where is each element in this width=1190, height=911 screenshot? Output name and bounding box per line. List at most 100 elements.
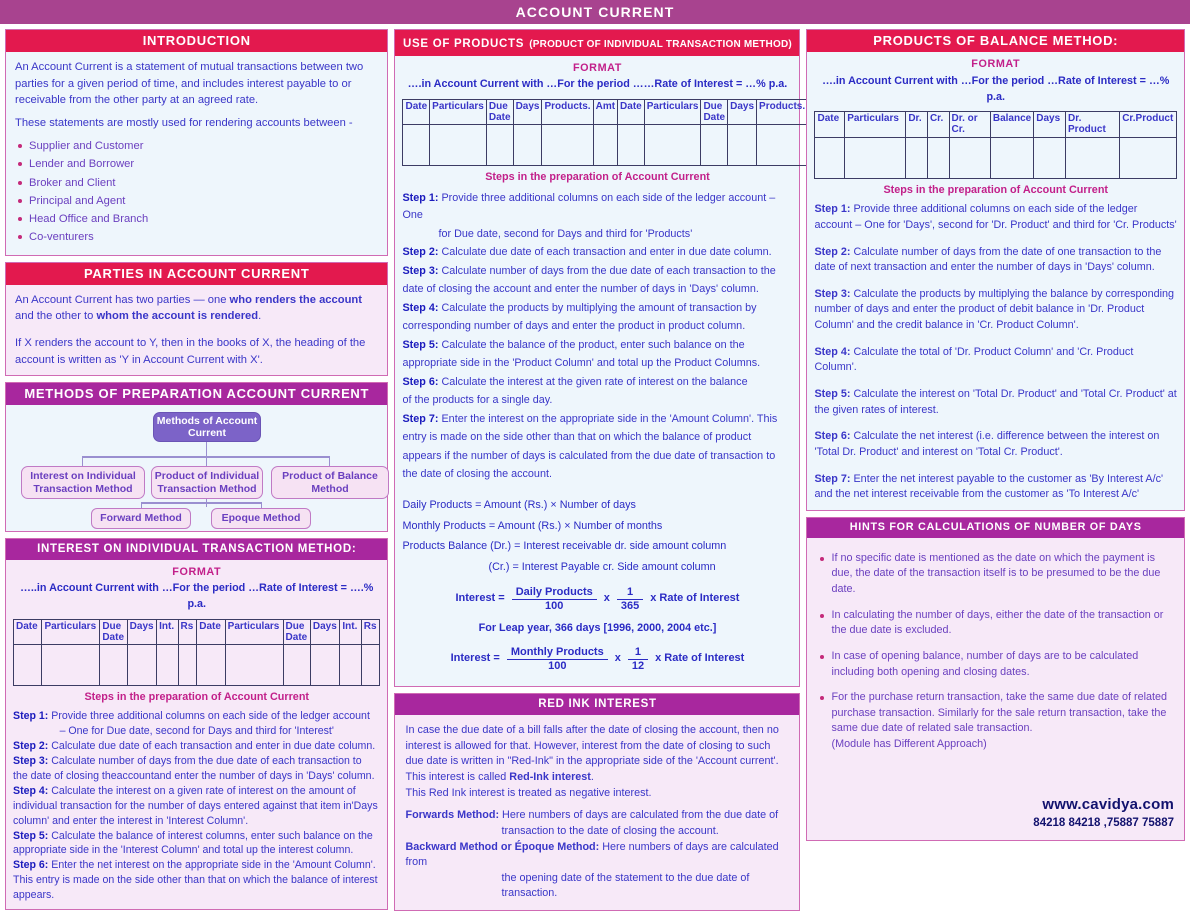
formula-multiply: x (603, 592, 610, 605)
page-title-bar: ACCOUNT CURRENT (0, 0, 1190, 24)
step-text: column' and enter the interest in 'Inter… (13, 814, 249, 827)
step-label: Step 3: (402, 264, 439, 277)
table-row (12, 644, 381, 687)
fraction-denominator: 365 (616, 598, 644, 613)
table-header-cell: Particulars (844, 111, 907, 138)
table-cell (282, 644, 311, 687)
interest-formula-daily: Interest = Daily Products 100 x 1 365 x … (402, 586, 792, 612)
introduction-heading: INTRODUCTION (6, 30, 388, 53)
backward-method-line-2: the opening date of the statement to the… (501, 871, 750, 900)
format-line: ….in Account Current with …For the perio… (407, 78, 788, 91)
table-cell (643, 124, 702, 167)
step-text: entry is made on the side other than tha… (402, 431, 752, 444)
table-header-cell: Int. (156, 618, 179, 646)
step-line: for Due date, second for Days and third … (402, 226, 792, 243)
step-text: appears. (13, 889, 55, 902)
phone-numbers: 84218 84218 ,75887 75887 (1033, 817, 1174, 830)
table-cell (1033, 136, 1067, 179)
format-label: FORMAT (572, 61, 622, 74)
introduction-para-2: These statements are mostly used for ren… (15, 117, 353, 129)
balance-method-body: FORMAT ….in Account Current with …For th… (807, 52, 1184, 510)
equation-line: Products Balance (Dr.) = Interest receiv… (402, 540, 727, 553)
step-line: appropriate side in the 'Product Column'… (402, 355, 792, 372)
table-cell (926, 136, 950, 179)
table-row (402, 124, 833, 167)
fraction-numerator: 1 (626, 586, 634, 599)
use-of-products-heading-sub: (PRODUCT OF INDIVIDUAL TRANSACTION METHO… (529, 39, 792, 50)
table-cell (309, 644, 341, 687)
step-text: Enter the net interest on the appropriat… (51, 859, 376, 872)
format-line: …..in Account Current with …For the peri… (20, 582, 374, 611)
step-text: Calculate due date of each transaction a… (51, 739, 376, 752)
table-cell (196, 644, 226, 687)
red-ink-text-c: . (590, 770, 594, 783)
step-line: Step 6: Enter the net interest on the ap… (13, 859, 380, 873)
interest-method-body: FORMAT …..in Account Current with …For t… (6, 559, 388, 910)
step-line: Step 6: Calculate the net interest (i.e.… (814, 429, 1177, 460)
table-cell (756, 124, 809, 167)
use-of-products-body: FORMAT ….in Account Current with …For th… (395, 55, 833, 687)
step-line: Step 1: Provide three additional columns… (13, 710, 380, 724)
table-header-cell: Products. (756, 98, 809, 126)
step-line: Step 5: Calculate the interest on 'Total… (814, 387, 1177, 418)
step-label: Step 3: (13, 754, 49, 767)
left-column: INTRODUCTION An Account Current is a sta… (5, 29, 389, 911)
step-line: Step 2: Calculate due date of each trans… (13, 740, 380, 754)
table-header-cell: Date (814, 111, 846, 138)
table-header-cell: Date (196, 618, 226, 646)
format-line: ….in Account Current with …For the perio… (822, 74, 1170, 103)
list-item: Principal and Agent (15, 193, 378, 209)
step-line: Step 2: Calculate due date of each trans… (402, 244, 792, 261)
table-cell (905, 136, 928, 179)
list-item: In case of opening balance, number of da… (817, 649, 1174, 680)
website-link[interactable]: www.cavidya.com (817, 794, 1174, 816)
parties-para-2: If X renders the account to Y, then in t… (15, 337, 366, 366)
parties-text-d: whom the account is rendered (96, 310, 259, 323)
table-header-cell: Days (1033, 111, 1067, 138)
balance-format-table: Date Particulars Dr. Cr. Dr. or Cr. Bala… (814, 111, 1177, 179)
step-text: date of closing the account and enter th… (402, 283, 759, 296)
step-text: – One for Due date, second for Days and … (59, 724, 334, 737)
balance-method-steps: Step 1: Provide three additional columns… (814, 202, 1177, 503)
interest-method-steps: Step 1: Provide three additional columns… (13, 710, 380, 904)
table-cell (814, 136, 846, 179)
step-text: appears if the number of days is calcula… (402, 449, 776, 462)
step-text: Calculate the products by multiplying th… (814, 287, 1174, 332)
step-text: for Due date, second for Days and third … (438, 227, 693, 240)
interest-format-table: Date Particulars Due Date Days Int. Rs D… (12, 618, 381, 687)
red-ink-para-2: This Red Ink interest is treated as nega… (405, 786, 652, 799)
introduction-bullet-list: Supplier and Customer Lender and Borrowe… (15, 138, 378, 245)
red-ink-text-bold: Red-Ink interest (509, 770, 591, 783)
table-header-cell: Date (402, 98, 431, 126)
formula-tail: x Rate of Interest (655, 652, 745, 665)
parties-para-1: An Account Current has two parties — one… (15, 292, 378, 324)
panel-interest-method: INTEREST ON INDIVIDUAL TRANSACTION METHO… (5, 538, 389, 911)
step-line: appears. (13, 889, 380, 903)
step-label: Step 2: (402, 246, 439, 259)
step-line: – One for Due date, second for Days and … (13, 725, 380, 739)
list-item: Broker and Client (15, 175, 378, 191)
step-line: Step 7: Enter the interest on the approp… (402, 411, 792, 428)
panel-introduction: INTRODUCTION An Account Current is a sta… (5, 29, 389, 256)
step-text: Provide three additional columns on each… (402, 191, 776, 222)
step-line: Step 6: Calculate the interest at the gi… (402, 374, 792, 391)
step-line: of the products for a single day. (402, 392, 792, 409)
balance-method-heading: PRODUCTS OF BALANCE METHOD: (807, 30, 1184, 53)
steps-title: Steps in the preparation of Account Curr… (84, 691, 310, 704)
table-header-cell: Balance (989, 111, 1035, 138)
fraction-denominator: 12 (627, 658, 649, 673)
step-text: Provide three additional columns on each… (814, 203, 1177, 231)
step-line: Step 3: Calculate the products by multip… (814, 287, 1177, 334)
panel-parties: PARTIES IN ACCOUNT CURRENT An Account Cu… (5, 261, 389, 376)
step-text: the date of closing the account. (402, 468, 552, 481)
step-text: Calculate the net interest (i.e. differe… (814, 430, 1160, 458)
parties-body: An Account Current has two parties — one… (6, 284, 388, 375)
step-text: appropriate side in the 'Interest Column… (13, 844, 354, 857)
step-line: This entry is made on the side other tha… (13, 874, 380, 888)
table-cell (700, 124, 729, 167)
step-text: of the products for a single day. (402, 394, 553, 407)
flow-node-interest-individual: Interest on Individual Transaction Metho… (21, 466, 145, 500)
backward-method-line: Backward Method or Époque Method: Here n… (405, 840, 789, 871)
panel-balance-method: PRODUCTS OF BALANCE METHOD: FORMAT ….in … (806, 29, 1185, 511)
use-of-products-steps: Step 1: Provide three additional columns… (402, 190, 792, 484)
